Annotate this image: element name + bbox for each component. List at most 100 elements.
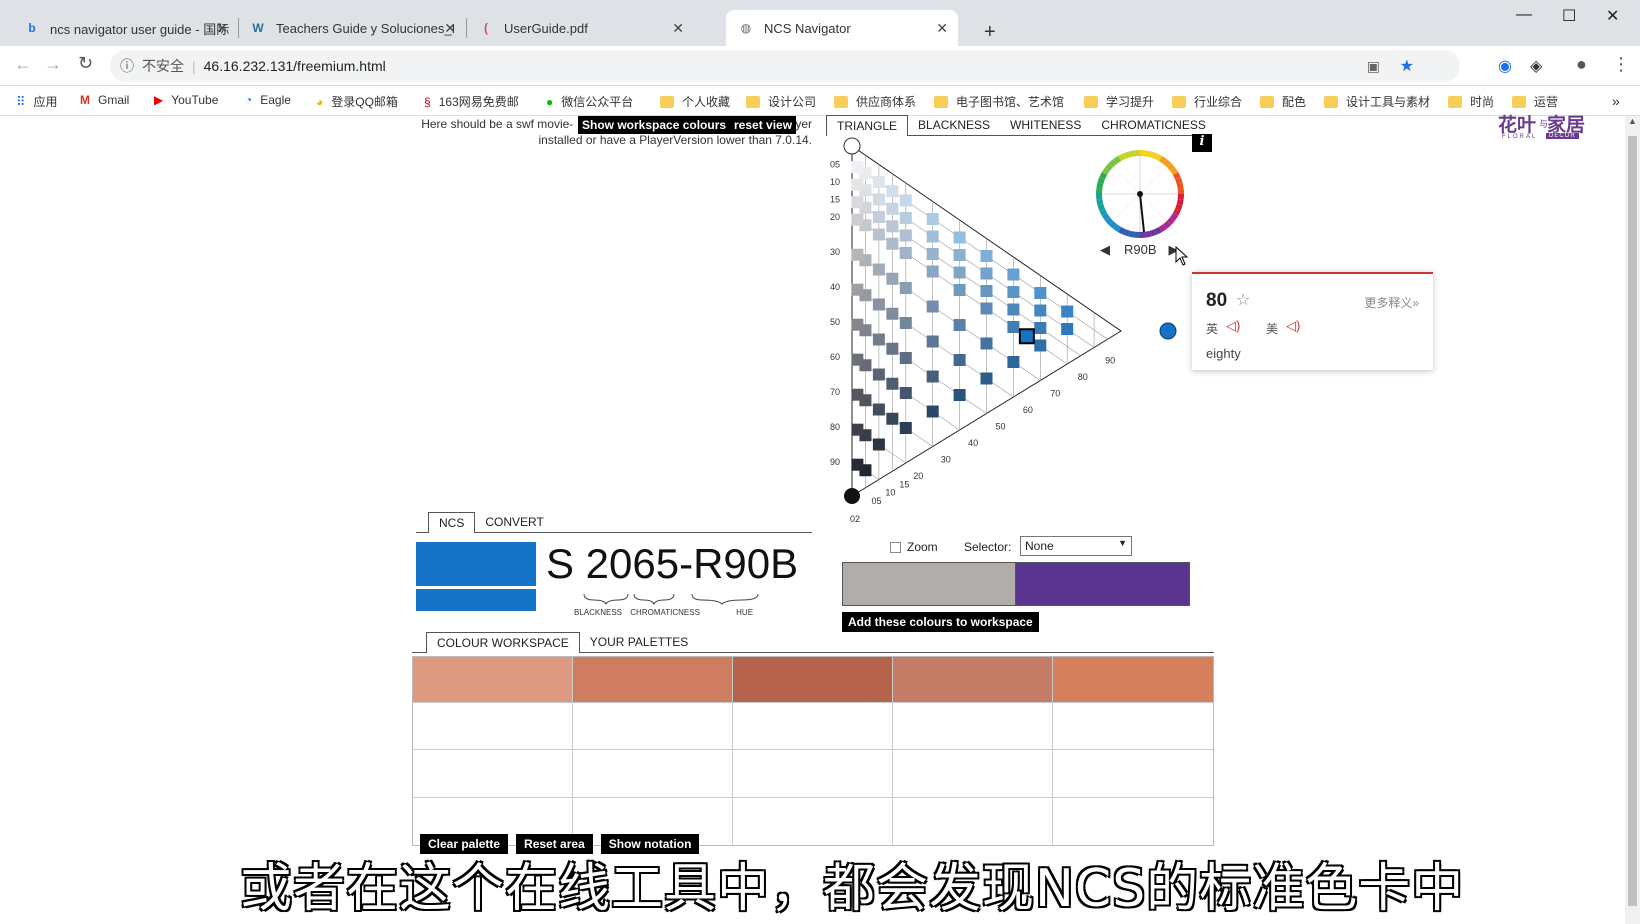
reload-icon[interactable]: ↻ bbox=[78, 53, 93, 74]
colour-swatch[interactable] bbox=[872, 298, 885, 311]
colour-swatch[interactable] bbox=[851, 423, 864, 436]
workspace-empty-cell[interactable] bbox=[1053, 703, 1213, 751]
colour-swatch[interactable] bbox=[1061, 323, 1074, 335]
reset-view-button[interactable]: reset view bbox=[730, 116, 797, 134]
bookmark-folder[interactable]: 运营 bbox=[1512, 93, 1558, 110]
colour-swatch[interactable] bbox=[980, 267, 993, 280]
colour-swatch[interactable] bbox=[886, 202, 899, 215]
tab-whiteness[interactable]: WHITENESS bbox=[1000, 115, 1091, 135]
colour-swatch[interactable] bbox=[851, 248, 864, 261]
colour-swatch[interactable] bbox=[886, 342, 899, 355]
colour-swatch[interactable] bbox=[926, 300, 939, 313]
colour-swatch[interactable] bbox=[872, 228, 885, 241]
back-icon[interactable]: ← bbox=[14, 54, 32, 75]
close-tab-icon[interactable]: ✕ bbox=[672, 20, 684, 37]
close-tab-icon[interactable]: ✕ bbox=[936, 20, 948, 37]
colour-swatch[interactable] bbox=[953, 249, 966, 261]
workspace-empty-cell[interactable] bbox=[1053, 750, 1213, 798]
colour-swatch[interactable] bbox=[926, 213, 939, 225]
workspace-empty-cell[interactable] bbox=[893, 797, 1053, 845]
close-tab-icon[interactable]: ✕ bbox=[444, 20, 456, 37]
workspace-empty-cell[interactable] bbox=[573, 750, 733, 798]
colour-swatch[interactable] bbox=[1061, 305, 1074, 318]
hue-wheel-segment[interactable] bbox=[1134, 231, 1140, 238]
colour-swatch[interactable] bbox=[980, 337, 993, 350]
maximize-icon[interactable]: ☐ bbox=[1562, 6, 1576, 26]
colour-swatch[interactable] bbox=[886, 185, 899, 198]
colour-swatch[interactable] bbox=[851, 353, 864, 366]
colour-swatch[interactable] bbox=[899, 387, 912, 399]
colour-swatch[interactable] bbox=[899, 194, 912, 207]
colour-swatch[interactable] bbox=[953, 354, 966, 366]
colour-swatch[interactable] bbox=[1034, 322, 1047, 334]
chromatic-corner-marker[interactable] bbox=[1159, 322, 1177, 340]
colour-swatch[interactable] bbox=[953, 266, 966, 279]
more-definitions-link[interactable]: 更多释义» bbox=[1364, 294, 1419, 311]
bookmark-youtube[interactable]: ▶ YouTube bbox=[154, 93, 218, 107]
tab-chromaticness[interactable]: CHROMATICNESS bbox=[1091, 115, 1215, 135]
colour-swatch[interactable] bbox=[851, 161, 864, 174]
new-tab-button[interactable]: + bbox=[972, 14, 996, 50]
bookmark-wechat[interactable]: ● 微信公众平台 bbox=[546, 93, 633, 110]
colour-swatches[interactable] bbox=[851, 161, 1074, 477]
browser-tab[interactable]: W Teachers Guide y Soluciones_I ✕ bbox=[238, 10, 466, 46]
hue-wheel-segment[interactable] bbox=[1134, 150, 1140, 157]
bookmark-star-icon[interactable]: ★ bbox=[1400, 56, 1414, 76]
workspace-empty-cell[interactable] bbox=[893, 750, 1053, 798]
bookmark-gmail[interactable]: M Gmail bbox=[80, 93, 129, 107]
bookmark-folder[interactable]: 电子图书馆、艺术馆 bbox=[934, 93, 1064, 110]
bookmark-folder[interactable]: 时尚 bbox=[1448, 93, 1494, 110]
colour-swatch[interactable] bbox=[872, 211, 885, 223]
colour-swatch[interactable] bbox=[899, 229, 912, 242]
workspace-empty-cell[interactable] bbox=[733, 750, 893, 798]
colour-swatch[interactable] bbox=[926, 248, 939, 260]
extension-icon[interactable]: ◉ bbox=[1498, 56, 1512, 76]
workspace-colour-cell[interactable] bbox=[413, 657, 573, 703]
colour-swatch[interactable] bbox=[1007, 303, 1020, 316]
bookmark-apps[interactable]: ⠿ 应用 bbox=[16, 93, 58, 110]
workspace-colour-cell[interactable] bbox=[893, 657, 1053, 703]
info-button[interactable]: i bbox=[1192, 134, 1212, 152]
profile-icon[interactable]: ● bbox=[1576, 54, 1587, 75]
colour-swatch[interactable] bbox=[980, 302, 993, 315]
hue-wheel-segment[interactable] bbox=[1096, 194, 1103, 200]
hue-wheel[interactable] bbox=[1092, 146, 1188, 242]
colour-swatch[interactable] bbox=[872, 263, 885, 276]
hue-wheel-segment[interactable] bbox=[1140, 150, 1146, 157]
colour-swatch[interactable] bbox=[872, 438, 885, 451]
hue-prev-arrow[interactable]: ◀ bbox=[1100, 242, 1110, 257]
bookmark-folder[interactable]: 学习提升 bbox=[1084, 93, 1154, 110]
tab-convert[interactable]: CONVERT bbox=[475, 512, 553, 532]
tab-blackness[interactable]: BLACKNESS bbox=[908, 115, 1000, 135]
hue-wheel-graphic[interactable] bbox=[1092, 146, 1188, 242]
bookmark-eagle[interactable]: ◔ Eagle bbox=[245, 93, 291, 107]
info-icon[interactable]: ⓘ bbox=[120, 56, 134, 76]
evernote-icon[interactable]: ◈ bbox=[1530, 56, 1542, 76]
colour-swatch[interactable] bbox=[851, 178, 864, 191]
colour-swatch[interactable] bbox=[1007, 268, 1020, 281]
colour-swatch[interactable] bbox=[851, 283, 864, 296]
colour-swatch[interactable] bbox=[872, 368, 885, 381]
hue-wheel-segment[interactable] bbox=[1177, 194, 1184, 200]
forward-icon[interactable]: → bbox=[44, 54, 62, 75]
workspace-colour-cell[interactable] bbox=[1053, 657, 1213, 703]
bookmark-163[interactable]: § 163网易免费邮 bbox=[424, 93, 519, 110]
browser-tab[interactable]: ( UserGuide.pdf ✕ bbox=[466, 10, 694, 46]
workspace-empty-cell[interactable] bbox=[573, 703, 733, 751]
colour-swatch[interactable] bbox=[872, 333, 885, 346]
workspace-empty-cell[interactable] bbox=[733, 703, 893, 751]
colour-swatch[interactable] bbox=[926, 370, 939, 383]
hue-wheel-segment[interactable] bbox=[1096, 188, 1103, 194]
add-to-workspace-button[interactable]: Add these colours to workspace bbox=[842, 612, 1039, 632]
colour-swatch[interactable] bbox=[851, 196, 864, 209]
translate-icon[interactable]: ▣ bbox=[1367, 58, 1380, 75]
page-scrollbar[interactable]: ▲ bbox=[1625, 116, 1640, 924]
colour-swatch[interactable] bbox=[980, 372, 993, 385]
colour-swatch[interactable] bbox=[872, 176, 885, 188]
colour-swatch[interactable] bbox=[1034, 339, 1047, 352]
colour-swatch[interactable] bbox=[926, 265, 939, 278]
tab-ncs[interactable]: NCS bbox=[428, 512, 476, 533]
workspace-empty-cell[interactable] bbox=[893, 703, 1053, 751]
selected-swatch-marker[interactable] bbox=[1018, 328, 1035, 345]
close-tab-icon[interactable]: ✕ bbox=[216, 20, 228, 37]
